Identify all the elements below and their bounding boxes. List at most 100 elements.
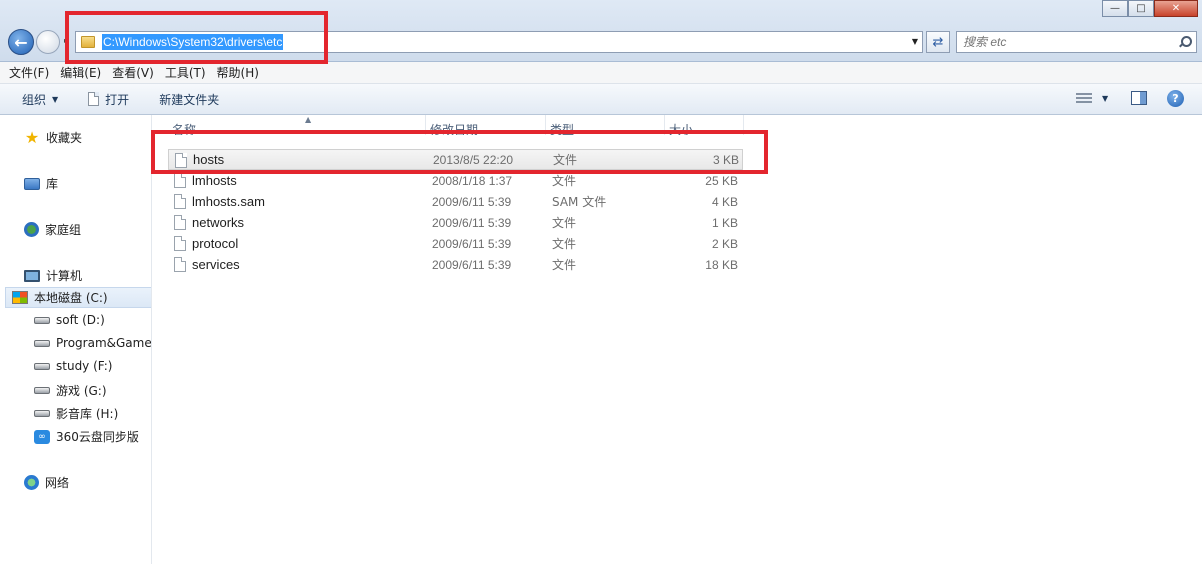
drive-icon [34,387,50,394]
menu-help[interactable]: 帮助(H) [217,64,259,81]
recent-pages-dropdown[interactable]: ▸ [64,36,68,45]
nav-homegroup-label: 家庭组 [45,223,82,237]
table-row[interactable]: protocol 2009/6/11 5:39 文件 2 KB [168,233,743,254]
open-label: 打开 [105,92,130,107]
nav-drive-label: 本地磁盘 (C:) [34,291,108,305]
nav-drive-e[interactable]: Program&Game [34,336,152,350]
windows-drive-icon [12,291,28,304]
search-input[interactable] [963,35,1163,49]
nav-network[interactable]: 网络 [24,474,69,491]
nav-drive-label: study (F:) [56,359,113,373]
file-icon [174,215,186,230]
maximize-button[interactable]: □ [1128,0,1154,17]
column-name-label: 名称 [172,123,197,135]
file-size: 18 KB [705,257,738,272]
nav-computer-label: 计算机 [46,269,83,283]
nav-favorites[interactable]: ★ 收藏夹 [24,128,83,147]
organize-button[interactable]: 组织 ▼ [22,91,58,108]
folder-icon [81,36,95,48]
close-button[interactable]: ✕ [1154,0,1198,17]
address-dropdown-icon[interactable]: ▼ [912,37,918,46]
column-header-name[interactable]: 名称 ▲ [168,115,426,135]
address-bar[interactable]: C:\Windows\System32\drivers\etc ▼ [75,31,923,53]
nav-drive-c[interactable]: 本地磁盘 (C:) [5,287,151,308]
search-box[interactable] [956,31,1197,53]
nav-computer[interactable]: 计算机 [24,267,82,284]
file-type: 文件 [552,237,577,251]
nav-homegroup[interactable]: 家庭组 [24,221,81,238]
view-options-icon[interactable] [1076,93,1092,105]
nav-libraries-label: 库 [46,177,59,191]
command-bar: 组织 ▼ 打开 新建文件夹 [0,84,1202,115]
file-name: lmhosts [192,173,237,188]
nav-drive-d[interactable]: soft (D:) [34,313,105,327]
file-type: SAM 文件 [552,195,607,209]
file-list: 名称 ▲ 修改日期 类型 大小 hosts 2013/8/5 22:20 文件 … [153,115,1202,564]
help-icon[interactable]: ? [1167,90,1184,107]
nav-drive-g[interactable]: 游戏 (G:) [34,382,107,399]
file-size: 3 KB [712,152,739,167]
column-type-label: 类型 [550,123,575,135]
column-header-type[interactable]: 类型 [546,115,665,135]
refresh-icon[interactable]: ⇄ [926,31,950,53]
address-path[interactable]: C:\Windows\System32\drivers\etc [102,34,284,50]
menu-edit[interactable]: 编辑(E) [60,64,101,81]
nav-cloud-sync[interactable]: ∞ 360云盘同步版 [34,428,139,445]
navigation-pane: ★ 收藏夹 库 家庭组 计算机 本地磁盘 (C:) soft (D:) Prog… [0,115,152,564]
file-type: 文件 [552,216,577,230]
title-bar: — □ ✕ ← ▸ C:\Windows\System32\drivers\et… [0,0,1202,62]
new-folder-label: 新建文件夹 [159,92,220,107]
nav-favorites-label: 收藏夹 [46,131,83,145]
file-name: services [192,257,240,272]
file-name: protocol [192,236,239,251]
nav-drive-label: Program&Game [56,336,152,350]
open-button[interactable]: 打开 [88,91,129,108]
preview-pane-icon[interactable] [1131,91,1147,105]
view-dropdown-icon[interactable]: ▼ [1102,94,1108,103]
table-row[interactable]: lmhosts 2008/1/18 1:37 文件 25 KB [168,170,743,191]
column-header-date[interactable]: 修改日期 [426,115,546,135]
minimize-button[interactable]: — [1102,0,1128,17]
nav-drive-label: soft (D:) [56,313,105,327]
nav-libraries[interactable]: 库 [24,175,58,192]
file-size: 4 KB [711,194,738,209]
new-folder-button[interactable]: 新建文件夹 [159,91,219,108]
homegroup-icon [24,222,39,237]
menu-tools[interactable]: 工具(T) [165,64,206,81]
nav-drive-label: 游戏 (G:) [56,384,107,398]
file-date: 2009/6/11 5:39 [432,236,512,251]
file-type: 文件 [552,174,577,188]
network-icon [24,475,39,490]
table-row[interactable]: services 2009/6/11 5:39 文件 18 KB [168,254,743,275]
nav-drive-f[interactable]: study (F:) [34,359,112,373]
menu-view[interactable]: 查看(V) [112,64,154,81]
file-icon [175,153,187,168]
document-icon [88,92,100,106]
drive-icon [34,339,50,347]
file-name: hosts [193,152,225,167]
forward-button[interactable] [36,30,60,54]
search-icon[interactable] [1178,36,1192,48]
computer-icon [24,269,40,282]
table-row[interactable]: hosts 2013/8/5 22:20 文件 3 KB [168,149,743,170]
chevron-down-icon: ▼ [52,94,59,104]
column-size-label: 大小 [669,123,694,135]
library-icon [24,177,40,190]
column-header-size[interactable]: 大小 [665,115,744,135]
table-row[interactable]: networks 2009/6/11 5:39 文件 1 KB [168,212,743,233]
file-icon [174,194,186,209]
file-date: 2008/1/18 1:37 [432,173,513,188]
file-date: 2009/6/11 5:39 [432,257,512,272]
file-name: networks [192,215,245,230]
back-arrow-icon[interactable]: ← [8,29,34,55]
file-icon [174,173,186,188]
file-date: 2013/8/5 22:20 [433,152,514,167]
star-icon: ★ [24,128,40,147]
file-icon [174,236,186,251]
nav-drive-h[interactable]: 影音库 (H:) [34,405,118,422]
table-row[interactable]: lmhosts.sam 2009/6/11 5:39 SAM 文件 4 KB [168,191,743,212]
menu-file[interactable]: 文件(F) [9,64,49,81]
file-date: 2009/6/11 5:39 [432,194,512,209]
window-controls: — □ ✕ [1102,0,1198,18]
drive-icon [34,316,50,324]
